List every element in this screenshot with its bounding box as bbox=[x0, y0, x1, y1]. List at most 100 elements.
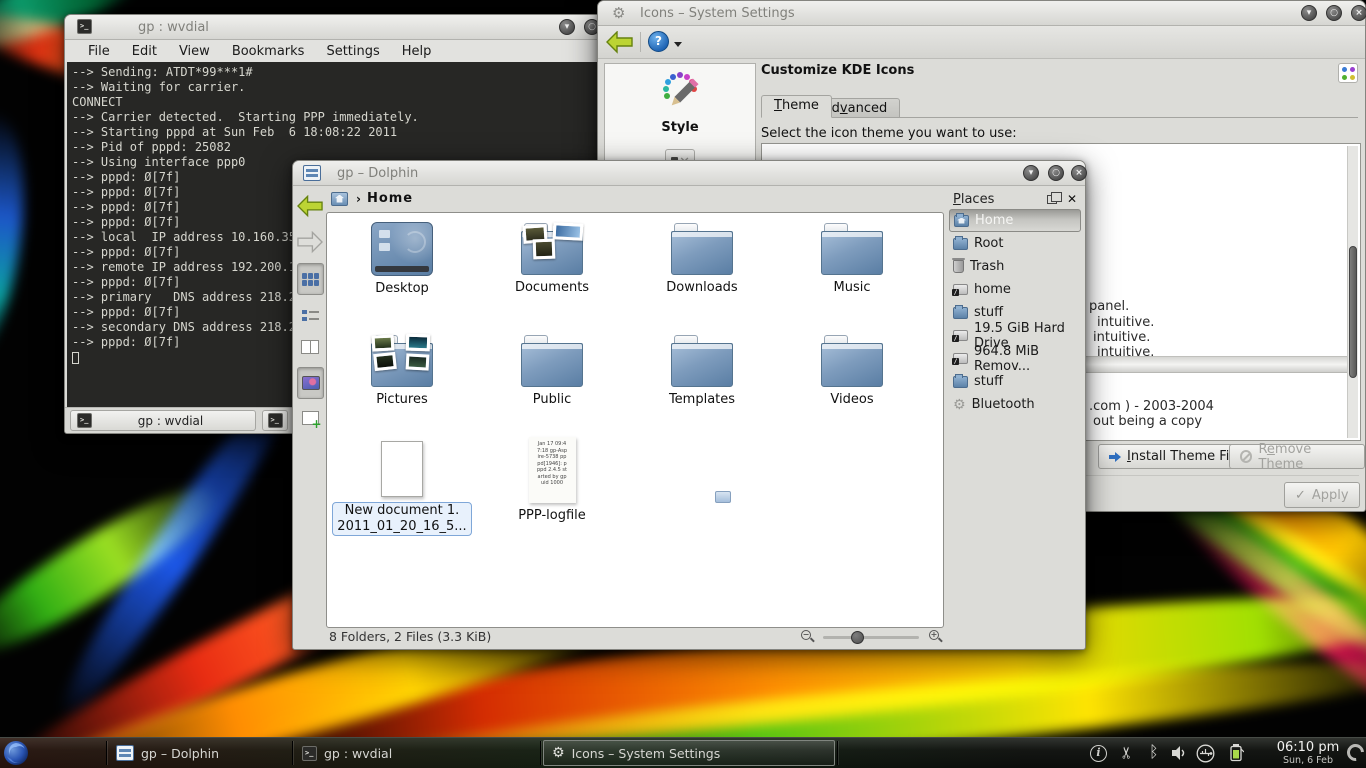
hard-drive-icon bbox=[953, 330, 968, 341]
system-settings-window-title: Icons – System Settings bbox=[640, 6, 795, 21]
zoom-in-icon[interactable]: + bbox=[929, 630, 943, 644]
maximize-button[interactable]: ○ bbox=[1048, 165, 1064, 181]
zoom-slider[interactable] bbox=[823, 636, 919, 639]
menu-edit[interactable]: Edit bbox=[123, 44, 166, 59]
clock[interactable]: 06:10 pm Sun, 6 Feb bbox=[1274, 740, 1342, 766]
home-icon[interactable] bbox=[331, 192, 348, 206]
theme-list-text: intuitive. bbox=[1097, 315, 1154, 330]
back-arrow-icon[interactable] bbox=[606, 31, 633, 54]
forward-button[interactable] bbox=[296, 227, 324, 257]
sidebar-item-style[interactable]: Style bbox=[605, 64, 755, 135]
split-view-button[interactable] bbox=[296, 403, 324, 433]
maximize-button[interactable]: ○ bbox=[1326, 5, 1342, 21]
taskbar-task-system-settings[interactable]: ⚙ Icons – System Settings bbox=[543, 740, 835, 766]
zoom-out-icon[interactable]: − bbox=[801, 630, 815, 644]
icons-view-button[interactable] bbox=[297, 263, 324, 295]
wallpaper-light-streak bbox=[0, 105, 38, 375]
tab-theme[interactable]: Theme bbox=[761, 95, 832, 118]
terminal-icon bbox=[302, 746, 317, 761]
folder-item[interactable]: Templates bbox=[632, 331, 772, 408]
columns-view-button[interactable] bbox=[296, 333, 324, 361]
places-item-bluetooth[interactable]: ⚙ Bluetooth bbox=[949, 393, 1081, 416]
toolbar-separator bbox=[640, 32, 641, 52]
menu-help[interactable]: Help bbox=[393, 44, 441, 59]
breadcrumb-location[interactable]: Home bbox=[367, 191, 413, 206]
menu-file[interactable]: File bbox=[79, 44, 119, 59]
folder-icon bbox=[953, 376, 968, 388]
clock-date: Sun, 6 Feb bbox=[1274, 755, 1342, 766]
back-button[interactable] bbox=[296, 191, 324, 221]
theme-list-text: panel. bbox=[1089, 299, 1129, 314]
volume-icon[interactable] bbox=[1171, 745, 1188, 761]
menu-bookmarks[interactable]: Bookmarks bbox=[223, 44, 314, 59]
dolphin-titlebar[interactable]: gp – Dolphin ▾ ○ × bbox=[293, 161, 1085, 186]
usb-device-icon[interactable] bbox=[1196, 744, 1215, 763]
folder-icon bbox=[953, 307, 968, 319]
scrollbar[interactable] bbox=[1347, 146, 1358, 438]
new-tab-button[interactable] bbox=[262, 410, 288, 431]
bluetooth-icon[interactable]: ᛒ bbox=[1149, 742, 1159, 761]
folder-item[interactable]: Downloads bbox=[632, 219, 772, 296]
folder-item[interactable]: Public bbox=[482, 331, 622, 408]
gear-icon: ⚙ bbox=[612, 4, 625, 22]
remove-theme-button[interactable]: Remove Theme bbox=[1229, 444, 1365, 469]
status-text: 8 Folders, 2 Files (3.3 KiB) bbox=[329, 629, 491, 644]
apply-button[interactable]: ✓ Apply bbox=[1284, 482, 1360, 508]
places-item-trash[interactable]: Trash bbox=[949, 255, 1081, 278]
konsole-menubar: File Edit View Bookmarks Settings Help bbox=[65, 40, 604, 62]
system-settings-titlebar[interactable]: ⚙ Icons – System Settings ▾ ○ × bbox=[598, 1, 1365, 26]
preview-button[interactable] bbox=[297, 367, 324, 399]
menu-view[interactable]: View bbox=[170, 44, 219, 59]
scrollbar-thumb[interactable] bbox=[1349, 246, 1357, 378]
dolphin-app-icon bbox=[116, 745, 134, 761]
system-settings-toolbar: ? bbox=[598, 26, 1365, 59]
desktop-folder-icon bbox=[371, 222, 433, 276]
folder-icon bbox=[671, 335, 733, 387]
back-arrow-icon bbox=[297, 195, 323, 218]
install-arrow-icon bbox=[1109, 452, 1121, 462]
folder-item[interactable]: Desktop bbox=[332, 219, 472, 297]
taskbar-task-dolphin[interactable]: gp – Dolphin bbox=[108, 740, 292, 766]
clipboard-scissors-icon[interactable]: ✂ bbox=[1117, 746, 1136, 759]
places-item-removable[interactable]: 964.8 MiB Remov... bbox=[949, 347, 1081, 370]
folder-view[interactable]: Desktop Documents Downloads Music bbox=[326, 212, 944, 628]
pictures-folder-icon bbox=[371, 335, 433, 387]
folder-icon bbox=[671, 223, 733, 275]
konsole-tab[interactable]: gp : wvdial bbox=[70, 410, 256, 431]
document-file-icon bbox=[381, 441, 423, 497]
help-icon[interactable]: ? bbox=[648, 31, 669, 52]
close-panel-icon[interactable]: ✕ bbox=[1067, 192, 1077, 206]
folder-item[interactable]: Documents bbox=[482, 219, 622, 296]
terminal-icon bbox=[77, 413, 92, 428]
drag-ghost-icon bbox=[715, 491, 731, 503]
details-view-button[interactable] bbox=[296, 301, 324, 329]
menu-settings[interactable]: Settings bbox=[317, 44, 388, 59]
file-item-selected[interactable]: New document 1. 2011_01_20_16_5... bbox=[332, 439, 472, 536]
places-item-home[interactable]: Home bbox=[949, 209, 1081, 232]
select-theme-label: Select the icon theme you want to use: bbox=[761, 126, 1017, 141]
panel-settings-icon[interactable] bbox=[1344, 741, 1366, 765]
close-button[interactable]: × bbox=[1351, 5, 1366, 21]
places-item-home-partition[interactable]: home bbox=[949, 278, 1081, 301]
folder-icon bbox=[821, 335, 883, 387]
folder-item[interactable]: Videos bbox=[782, 331, 922, 408]
folder-item[interactable]: Pictures bbox=[332, 331, 472, 408]
float-panel-icon[interactable] bbox=[1047, 195, 1057, 204]
battery-icon[interactable] bbox=[1228, 743, 1244, 763]
konsole-titlebar[interactable]: gp : wvdial ▾ ○ × bbox=[65, 15, 604, 40]
minimize-button[interactable]: ▾ bbox=[559, 19, 575, 35]
app-launcher-icon[interactable] bbox=[3, 740, 29, 766]
minimize-button[interactable]: ▾ bbox=[1301, 5, 1317, 21]
file-item[interactable]: Jan 17 09:4 7:18 gp-Asp ire-5738 pp pd[1… bbox=[482, 437, 622, 524]
zoom-slider-handle[interactable] bbox=[851, 631, 864, 644]
places-item-root[interactable]: Root bbox=[949, 232, 1081, 255]
clock-time: 06:10 pm bbox=[1274, 740, 1342, 755]
close-button[interactable]: × bbox=[1071, 165, 1087, 181]
notifications-icon[interactable]: i bbox=[1090, 745, 1107, 762]
folder-item[interactable]: Music bbox=[782, 219, 922, 296]
chevron-down-icon[interactable] bbox=[674, 42, 682, 47]
dolphin-window: gp – Dolphin ▾ ○ × › Home bbox=[292, 160, 1086, 650]
minimize-button[interactable]: ▾ bbox=[1023, 165, 1039, 181]
taskbar-task-konsole[interactable]: gp : wvdial bbox=[294, 740, 538, 766]
gear-icon: ⚙ bbox=[953, 398, 966, 412]
